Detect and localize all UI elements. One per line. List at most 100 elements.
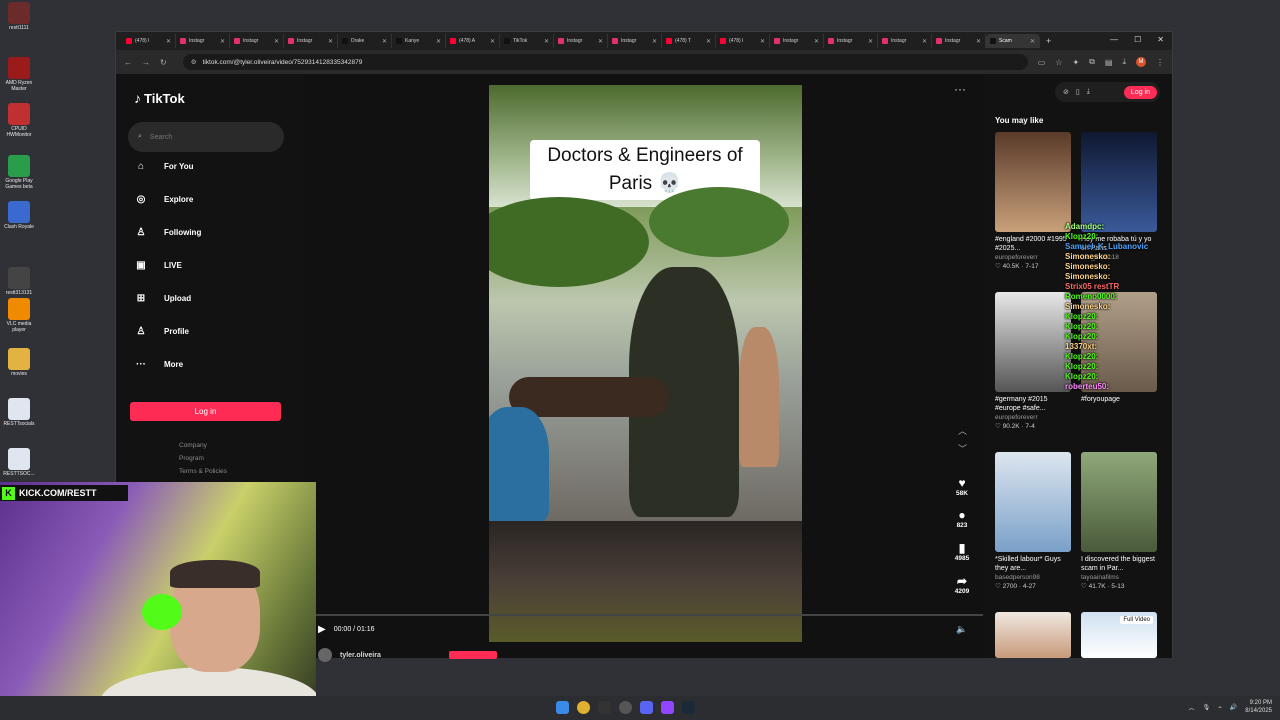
minimize-icon[interactable]: — bbox=[1110, 35, 1118, 44]
search-input[interactable]: ⌕ Search bbox=[128, 122, 284, 152]
desktop-icon[interactable]: VLC media player bbox=[0, 298, 38, 333]
nav-item-explore[interactable]: ◎ Explore bbox=[136, 194, 194, 205]
nav-item-live[interactable]: ▣ LIVE bbox=[136, 260, 182, 271]
browser-tab[interactable]: (478) T ✕ bbox=[662, 34, 716, 48]
volume-icon[interactable]: 🔈 bbox=[956, 624, 967, 635]
nav-item-following[interactable]: ♙ Following bbox=[136, 227, 202, 238]
forward-icon[interactable]: → bbox=[142, 58, 150, 67]
clock[interactable]: 9:20 PM 8/14/2025 bbox=[1245, 699, 1272, 715]
reload-icon[interactable]: ↻ bbox=[160, 58, 167, 67]
desktop-icon[interactable]: CPUID HWMonitor bbox=[0, 103, 38, 138]
browser-tab[interactable]: Instagr ✕ bbox=[608, 34, 662, 48]
video-thumbnail[interactable] bbox=[1081, 452, 1157, 552]
sidebar-login-button[interactable]: Log in bbox=[130, 402, 281, 421]
tiktok-logo[interactable]: ♪ TikTok bbox=[134, 90, 185, 106]
tab-close-icon[interactable]: ✕ bbox=[652, 38, 657, 45]
tab-close-icon[interactable]: ✕ bbox=[598, 38, 603, 45]
tab-close-icon[interactable]: ✕ bbox=[706, 38, 711, 45]
extension-icon[interactable]: ✦ bbox=[1072, 58, 1079, 67]
network-icon[interactable]: ⌁ bbox=[1218, 704, 1222, 711]
prev-video-icon[interactable]: ︿ bbox=[958, 424, 967, 437]
footer-link[interactable]: Terms & Policies bbox=[179, 468, 227, 475]
puzzle-icon[interactable]: ⧉ bbox=[1089, 57, 1095, 67]
bookmark-action[interactable]: ▮ 4985 bbox=[947, 541, 977, 562]
tab-close-icon[interactable]: ✕ bbox=[166, 38, 171, 45]
chrome-icon[interactable] bbox=[577, 701, 590, 714]
browser-tab[interactable]: Instagr ✕ bbox=[932, 34, 986, 48]
profile-avatar[interactable]: M bbox=[1136, 57, 1146, 67]
browser-tab[interactable]: Drake ✕ bbox=[338, 34, 392, 48]
desktop-icon[interactable]: restt313131 bbox=[0, 267, 38, 296]
tab-close-icon[interactable]: ✕ bbox=[544, 38, 549, 45]
browser-menu-icon[interactable]: ⋮ bbox=[1156, 58, 1164, 67]
video-thumbnail[interactable] bbox=[995, 292, 1071, 392]
video-thumbnail[interactable] bbox=[1081, 132, 1157, 232]
tab-close-icon[interactable]: ✕ bbox=[274, 38, 279, 45]
phone-icon[interactable]: ▯ bbox=[1076, 88, 1080, 96]
steam-icon[interactable] bbox=[682, 701, 695, 714]
video-thumbnail[interactable] bbox=[995, 612, 1071, 658]
heart-action[interactable]: ♥ 58K bbox=[947, 476, 977, 497]
recommended-video-card[interactable]: I discovered the biggest scam in Par... t… bbox=[1081, 452, 1157, 590]
comment-action[interactable]: ● 823 bbox=[947, 508, 977, 529]
desktop-icon[interactable]: AMD Ryzen Master bbox=[0, 57, 38, 92]
tab-close-icon[interactable]: ✕ bbox=[490, 38, 495, 45]
maximize-icon[interactable]: ☐ bbox=[1134, 35, 1141, 44]
tab-close-icon[interactable]: ✕ bbox=[220, 38, 225, 45]
top-login-button[interactable]: Log in bbox=[1123, 85, 1157, 99]
tab-close-icon[interactable]: ✕ bbox=[814, 38, 819, 45]
tab-close-icon[interactable]: ✕ bbox=[1030, 38, 1035, 45]
follow-button[interactable] bbox=[448, 651, 497, 659]
next-video-icon[interactable]: ﹀ bbox=[958, 442, 967, 455]
downloads-icon[interactable]: ⤓ bbox=[1122, 57, 1126, 67]
browser-tab[interactable]: Instagr ✕ bbox=[878, 34, 932, 48]
author-name[interactable]: tyler.oliveira bbox=[340, 652, 381, 659]
mic-icon[interactable]: 🎙 bbox=[1203, 704, 1211, 711]
footer-link[interactable]: Program bbox=[179, 455, 204, 462]
bookmark-star-icon[interactable]: ☆ bbox=[1055, 58, 1062, 67]
browser-tab[interactable]: (478) A ✕ bbox=[446, 34, 500, 48]
author-avatar[interactable] bbox=[318, 648, 332, 662]
nav-item-profile[interactable]: ♙ Profile bbox=[136, 326, 189, 337]
browser-tab[interactable]: Scam ✕ bbox=[986, 34, 1040, 48]
tab-close-icon[interactable]: ✕ bbox=[436, 38, 441, 45]
sidebar-icon[interactable]: ▤ bbox=[1105, 58, 1113, 67]
browser-tab[interactable]: Instagr ✕ bbox=[230, 34, 284, 48]
nav-item-more[interactable]: ··· More bbox=[136, 359, 183, 370]
tab-close-icon[interactable]: ✕ bbox=[922, 38, 927, 45]
video-player[interactable]: Doctors & Engineers of Paris 💀 bbox=[489, 85, 802, 642]
nav-item-upload[interactable]: ⊞ Upload bbox=[136, 293, 191, 304]
video-thumbnail[interactable] bbox=[995, 452, 1071, 552]
speaker-icon[interactable]: 🔊 bbox=[1230, 704, 1237, 711]
video-progress-bar[interactable] bbox=[306, 614, 983, 616]
browser-tab[interactable]: Instagr ✕ bbox=[770, 34, 824, 48]
browser-tab[interactable]: TikTok ✕ bbox=[500, 34, 554, 48]
tray-chevron-icon[interactable]: ︿ bbox=[1189, 703, 1195, 712]
nav-item-for-you[interactable]: ⌂ For You bbox=[136, 161, 194, 172]
recommended-video-card[interactable]: #germany #2015 #europe #safe... europefor… bbox=[995, 292, 1071, 430]
obs-icon[interactable] bbox=[619, 701, 632, 714]
tab-close-icon[interactable]: ✕ bbox=[382, 38, 387, 45]
tab-close-icon[interactable]: ✕ bbox=[760, 38, 765, 45]
desktop-icon[interactable]: Clash Royale bbox=[0, 201, 38, 230]
download-icon[interactable]: ⤓ bbox=[1087, 88, 1090, 96]
recommended-video-card[interactable]: #england #2000 #1995 #2025... europeforev… bbox=[995, 132, 1071, 270]
play-icon[interactable]: ▶ bbox=[318, 624, 326, 635]
recommended-video-card[interactable]: *Skilled labour* Guys they are... basedpe… bbox=[995, 452, 1071, 590]
video-more-icon[interactable]: ··· bbox=[954, 82, 966, 96]
share-action[interactable]: ➦ 4209 bbox=[947, 574, 977, 595]
browser-tab[interactable]: Instagr ✕ bbox=[284, 34, 338, 48]
coin-icon[interactable]: ⊘ bbox=[1063, 88, 1069, 96]
recommended-video-card[interactable]: Full Video bbox=[1081, 612, 1157, 658]
browser-tab[interactable]: Instagr ✕ bbox=[554, 34, 608, 48]
cast-icon[interactable]: ▭ bbox=[1038, 58, 1046, 67]
desktop-icon[interactable]: RESTTSOC... bbox=[0, 448, 38, 477]
video-author[interactable]: tyler.oliveira bbox=[318, 648, 497, 662]
desktop-icon[interactable]: restt1111 bbox=[0, 2, 38, 31]
start-icon[interactable] bbox=[556, 701, 569, 714]
browser-tab[interactable]: (478) I ✕ bbox=[122, 34, 176, 48]
desktop-icon[interactable]: Google Play Games beta bbox=[0, 155, 38, 190]
browser-tab[interactable]: (478) I ✕ bbox=[716, 34, 770, 48]
twitch-icon[interactable] bbox=[661, 701, 674, 714]
url-field[interactable]: ⚙ tiktok.com/@tyler.oliveira/video/75293… bbox=[182, 54, 1028, 70]
